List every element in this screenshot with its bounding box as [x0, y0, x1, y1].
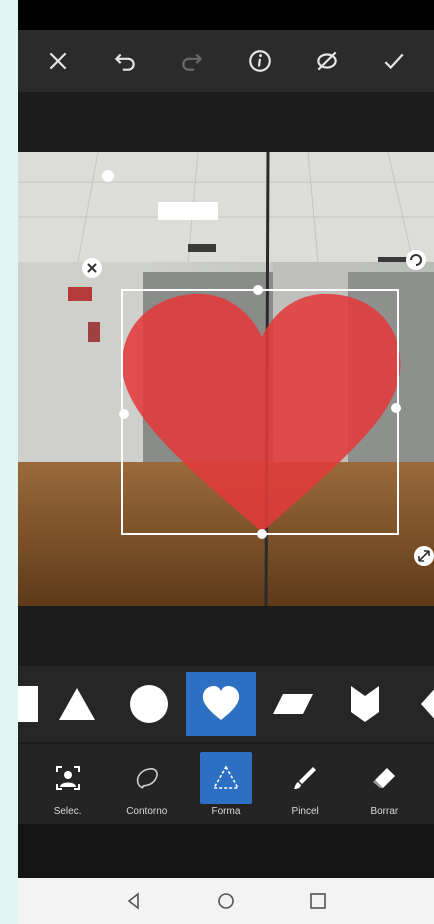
- nav-back-button[interactable]: [119, 886, 149, 916]
- handle-bottom[interactable]: [257, 529, 267, 539]
- shape-diamond[interactable]: [402, 672, 434, 736]
- chevron-icon: [351, 686, 379, 722]
- delete-shape-icon[interactable]: [82, 258, 102, 278]
- info-icon: [248, 50, 271, 72]
- tool-erase-label: Borrar: [370, 805, 399, 817]
- back-icon: [127, 892, 139, 910]
- tool-select-label: Selec.: [53, 805, 82, 817]
- close-icon: [49, 52, 67, 70]
- tool-erase[interactable]: Borrar: [353, 748, 415, 820]
- editor-app: Selec. Contorno Forma Pincel Borrar: [18, 0, 434, 924]
- ceiling-light: [158, 202, 218, 220]
- tool-brush-label: Pincel: [291, 805, 319, 817]
- triangle-dashed-icon: [212, 764, 240, 789]
- bottom-spacer: [18, 824, 434, 878]
- status-bar: [18, 0, 434, 30]
- resize-icon[interactable]: [414, 546, 434, 566]
- circle-icon: [130, 685, 168, 723]
- check-icon: [384, 53, 404, 70]
- shape-circle[interactable]: [114, 672, 184, 736]
- tool-bar: Selec. Contorno Forma Pincel Borrar: [18, 744, 434, 824]
- tool-brush[interactable]: Pincel: [274, 748, 336, 820]
- nav-recents-button[interactable]: [303, 886, 333, 916]
- compare-button[interactable]: [305, 39, 349, 83]
- tool-shape[interactable]: Forma: [195, 748, 257, 820]
- eraser-icon: [373, 767, 396, 788]
- rotate-icon[interactable]: [406, 250, 426, 270]
- shape-picker: [18, 666, 434, 742]
- handle-left[interactable]: [119, 409, 129, 419]
- system-navbar: [18, 878, 434, 924]
- tool-select[interactable]: Selec.: [37, 748, 99, 820]
- undo-button[interactable]: [103, 39, 147, 83]
- ceiling-spotlight: [102, 170, 114, 182]
- redo-button[interactable]: [170, 39, 214, 83]
- shape-heart[interactable]: [186, 672, 256, 736]
- close-button[interactable]: [36, 39, 80, 83]
- fire-alarm: [68, 287, 92, 301]
- shape-triangle[interactable]: [42, 672, 112, 736]
- tool-contour[interactable]: Contorno: [116, 748, 178, 820]
- top-toolbar: [18, 30, 434, 92]
- triangle-icon: [59, 688, 95, 720]
- shape-chevron[interactable]: [330, 672, 400, 736]
- heart-icon: [202, 686, 240, 720]
- tool-contour-label: Contorno: [126, 805, 168, 817]
- redo-icon: [182, 53, 203, 71]
- photo-scene: [18, 152, 434, 606]
- person-select-icon: [55, 765, 80, 790]
- apply-button[interactable]: [372, 39, 416, 83]
- shape-square[interactable]: [18, 672, 40, 736]
- home-icon: [218, 893, 234, 909]
- nav-home-button[interactable]: [211, 886, 241, 916]
- square-icon: [18, 686, 38, 722]
- parallelogram-icon: [273, 694, 313, 714]
- handle-right[interactable]: [391, 403, 401, 413]
- lasso-icon: [136, 767, 158, 789]
- diamond-icon: [421, 689, 434, 719]
- handle-top[interactable]: [253, 285, 263, 295]
- brush-icon: [294, 766, 317, 789]
- air-vent: [188, 244, 216, 252]
- canvas-area[interactable]: [18, 92, 434, 662]
- tool-shape-label: Forma: [211, 805, 241, 817]
- recents-icon: [310, 893, 326, 909]
- compare-icon: [317, 51, 337, 71]
- info-button[interactable]: [238, 39, 282, 83]
- shape-parallelogram[interactable]: [258, 672, 328, 736]
- photo-canvas[interactable]: [18, 152, 434, 606]
- undo-icon: [114, 53, 135, 71]
